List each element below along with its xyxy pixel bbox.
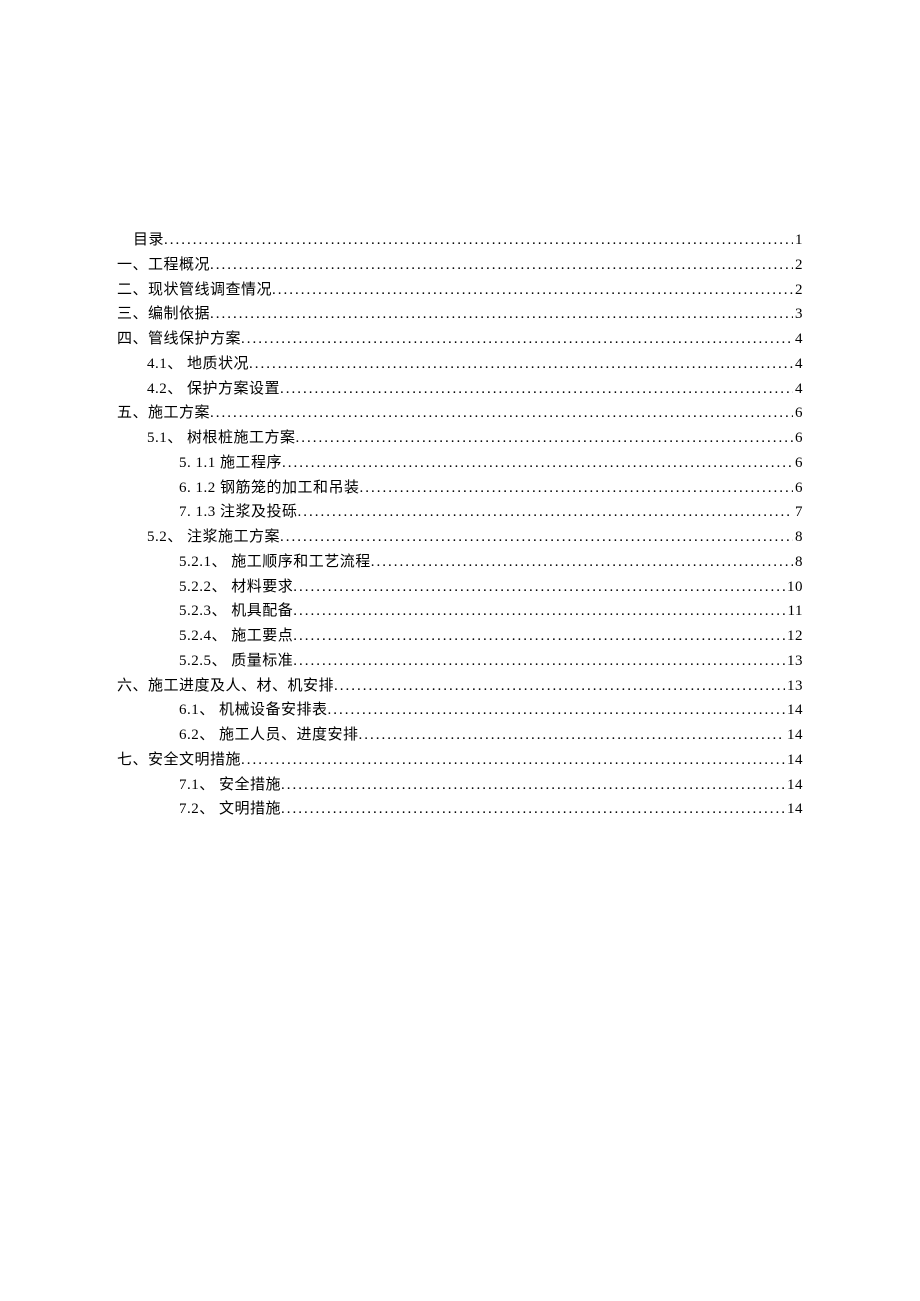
toc-page-number: 13 <box>785 649 803 674</box>
toc-page-number: 6 <box>793 451 803 476</box>
toc-entry: 6. 1.2 钢筋笼的加工和吊装 6 <box>117 476 803 501</box>
toc-label: 6.2、 施工人员、进度安排 <box>179 723 359 748</box>
toc-entry: 一、工程概况 2 <box>117 253 803 278</box>
toc-leader-dots <box>298 500 793 525</box>
toc-entry: 6.1、 机械设备安排表 14 <box>117 698 803 723</box>
toc-page-number: 6 <box>793 426 803 451</box>
toc-page-number: 14 <box>785 773 803 798</box>
toc-label: 4.1、 地质状况 <box>147 352 249 377</box>
toc-leader-dots <box>360 476 793 501</box>
toc-leader-dots <box>328 698 785 723</box>
toc-leader-dots <box>334 674 785 699</box>
toc-entry: 6.2、 施工人员、进度安排 14 <box>117 723 803 748</box>
toc-entry: 5.2.2、 材料要求 10 <box>117 575 803 600</box>
toc-label: 7.2、 文明措施 <box>179 797 281 822</box>
toc-leader-dots <box>293 624 785 649</box>
toc-page-number: 6 <box>793 401 803 426</box>
toc-label: 四、管线保护方案 <box>117 327 241 352</box>
toc-page-number: 12 <box>785 624 803 649</box>
toc-entry: 六、施工进度及人、材、机安排 13 <box>117 674 803 699</box>
toc-page-number: 14 <box>785 698 803 723</box>
toc-label: 六、施工进度及人、材、机安排 <box>117 674 334 699</box>
toc-entry: 二、现状管线调查情况 2 <box>117 278 803 303</box>
toc-label: 5.2.2、 材料要求 <box>179 575 293 600</box>
toc-leader-dots <box>241 327 793 352</box>
toc-leader-dots <box>280 377 793 402</box>
toc-page-number: 1 <box>793 228 803 253</box>
toc-entry: 7.2、 文明措施 14 <box>117 797 803 822</box>
toc-leader-dots <box>280 525 793 550</box>
toc-leader-dots <box>371 550 793 575</box>
toc-entry: 5.2、 注浆施工方案 8 <box>117 525 803 550</box>
toc-page-number: 7 <box>793 500 803 525</box>
toc-label: 5.2.3、 机具配备 <box>179 599 293 624</box>
toc-page-number: 6 <box>793 476 803 501</box>
toc-label: 五、施工方案 <box>117 401 210 426</box>
toc-page-number: 8 <box>793 550 803 575</box>
toc-label: 5.2、 注浆施工方案 <box>147 525 280 550</box>
toc-label: 4.2、 保护方案设置 <box>147 377 280 402</box>
toc-leader-dots <box>281 797 785 822</box>
toc-leader-dots <box>293 649 785 674</box>
toc-page-number: 2 <box>793 278 803 303</box>
toc-label: 5.1、 树根桩施工方案 <box>147 426 296 451</box>
toc-label: 七、安全文明措施 <box>117 748 241 773</box>
toc-entry: 5.2.1、 施工顺序和工艺流程 8 <box>117 550 803 575</box>
toc-label: 5.2.4、 施工要点 <box>179 624 293 649</box>
toc-entry: 四、管线保护方案 4 <box>117 327 803 352</box>
toc-entry: 5.2.5、 质量标准 13 <box>117 649 803 674</box>
toc-label: 目录 <box>133 228 164 253</box>
toc-entry: 五、施工方案 6 <box>117 401 803 426</box>
toc-entry: 5. 1.1 施工程序 6 <box>117 451 803 476</box>
toc-label: 7. 1.3 注浆及投砾 <box>179 500 298 525</box>
toc-page-number: 13 <box>785 674 803 699</box>
toc-page-number: 14 <box>785 797 803 822</box>
toc-label: 7.1、 安全措施 <box>179 773 281 798</box>
toc-label: 5.2.5、 质量标准 <box>179 649 293 674</box>
toc-leader-dots <box>293 575 785 600</box>
toc-leader-dots <box>282 451 793 476</box>
toc-page-number: 8 <box>793 525 803 550</box>
toc-leader-dots <box>249 352 793 377</box>
toc-entry: 目录 1 <box>117 228 803 253</box>
toc-page-number: 4 <box>793 327 803 352</box>
toc-page-number: 3 <box>793 302 803 327</box>
toc-entry: 三、编制依据 3 <box>117 302 803 327</box>
table-of-contents: 目录1一、工程概况2二、现状管线调查情况2三、编制依据3四、管线保护方案44.1… <box>117 228 803 822</box>
toc-leader-dots <box>210 302 793 327</box>
toc-label: 5.2.1、 施工顺序和工艺流程 <box>179 550 371 575</box>
toc-page-number: 14 <box>785 723 803 748</box>
toc-entry: 7.1、 安全措施 14 <box>117 773 803 798</box>
toc-label: 三、编制依据 <box>117 302 210 327</box>
toc-entry: 4.2、 保护方案设置 4 <box>117 377 803 402</box>
toc-page-number: 4 <box>793 352 803 377</box>
toc-page-number: 11 <box>786 599 803 624</box>
toc-entry: 5.2.4、 施工要点 12 <box>117 624 803 649</box>
toc-entry: 4.1、 地质状况 4 <box>117 352 803 377</box>
toc-entry: 5.1、 树根桩施工方案 6 <box>117 426 803 451</box>
toc-leader-dots <box>210 401 793 426</box>
toc-leader-dots <box>241 748 785 773</box>
toc-leader-dots <box>210 253 793 278</box>
toc-page-number: 14 <box>785 748 803 773</box>
toc-label: 6. 1.2 钢筋笼的加工和吊装 <box>179 476 360 501</box>
toc-label: 6.1、 机械设备安排表 <box>179 698 328 723</box>
toc-label: 二、现状管线调查情况 <box>117 278 272 303</box>
toc-leader-dots <box>293 599 785 624</box>
toc-page-number: 2 <box>793 253 803 278</box>
toc-leader-dots <box>164 228 793 253</box>
toc-leader-dots <box>281 773 785 798</box>
toc-entry: 5.2.3、 机具配备 11 <box>117 599 803 624</box>
toc-leader-dots <box>359 723 785 748</box>
toc-leader-dots <box>296 426 793 451</box>
toc-page-number: 4 <box>793 377 803 402</box>
toc-entry: 七、安全文明措施 14 <box>117 748 803 773</box>
toc-label: 一、工程概况 <box>117 253 210 278</box>
toc-label: 5. 1.1 施工程序 <box>179 451 282 476</box>
toc-leader-dots <box>272 278 793 303</box>
toc-entry: 7. 1.3 注浆及投砾 7 <box>117 500 803 525</box>
toc-page-number: 10 <box>785 575 803 600</box>
